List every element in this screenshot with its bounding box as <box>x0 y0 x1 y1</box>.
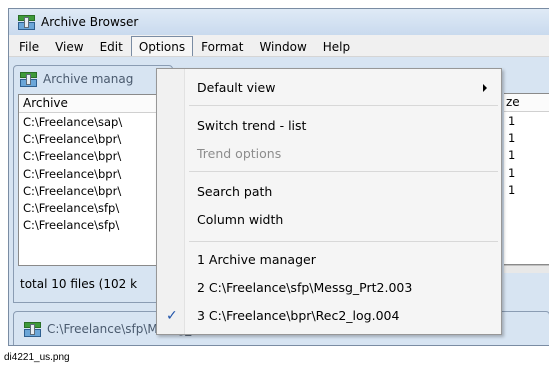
size-cell: 1 <box>508 165 516 180</box>
size-cell: 1 <box>508 148 516 163</box>
archive-manager-window: Archive manag Archive C:\Freelance\sap\ … <box>13 65 173 303</box>
menu-item-label: 2 C:\Freelance\sfp\Messg_Prt2.003 <box>197 280 413 295</box>
menu-item-label: Trend options <box>197 146 282 161</box>
menu-edit[interactable]: Edit <box>92 36 131 56</box>
menu-separator <box>189 241 498 242</box>
menu-item-label: Search path <box>197 184 273 199</box>
menu-item-switch-trend-list[interactable]: Switch trend - list <box>157 113 501 139</box>
list-item[interactable]: C:\Freelance\bpr\ <box>19 166 169 183</box>
size-cell: 1 <box>508 114 516 128</box>
list-item[interactable]: C:\Freelance\bpr\ <box>19 148 169 165</box>
checkmark-icon: ✓ <box>166 308 178 324</box>
menu-item-label: Default view <box>197 80 276 95</box>
horizontal-scrollbar[interactable] <box>504 265 549 273</box>
archive-manager-title-bar[interactable]: Archive manag <box>14 66 172 92</box>
column-header-size[interactable]: ze <box>504 94 549 112</box>
size-cell: 1 <box>508 131 516 146</box>
menu-item-label: 3 C:\Freelance\bpr\Rec2_log.004 <box>197 308 400 323</box>
list-item[interactable]: C:\Freelance\sfp\ <box>19 217 169 234</box>
list-item[interactable]: C:\Freelance\sfp\ <box>19 200 169 217</box>
title-bar[interactable]: Archive Browser <box>9 9 549 35</box>
list-item[interactable]: C:\Freelance\bpr\ <box>19 131 169 148</box>
image-caption: di4221_us.png <box>4 352 70 363</box>
archive-manager-title: Archive manag <box>43 72 134 86</box>
menu-item-label: Column width <box>197 212 284 227</box>
trend-window-icon <box>24 321 41 337</box>
menu-view[interactable]: View <box>47 36 91 56</box>
menu-item-recent-2[interactable]: 2 C:\Freelance\sfp\Messg_Prt2.003 <box>157 275 501 301</box>
menu-item-recent-3[interactable]: ✓ 3 C:\Freelance\bpr\Rec2_log.004 <box>157 303 501 329</box>
menu-file[interactable]: File <box>11 36 47 56</box>
menu-item-label: Switch trend - list <box>197 118 307 133</box>
menu-item-recent-1[interactable]: 1 Archive manager <box>157 247 501 273</box>
status-bar: total 10 files (102 k <box>20 277 138 291</box>
list-item[interactable]: C:\Freelance\bpr\ <box>19 183 169 200</box>
menu-item-trend-options: Trend options <box>157 141 501 167</box>
menu-format[interactable]: Format <box>193 36 251 56</box>
menu-item-label: 1 Archive manager <box>197 252 316 267</box>
size-cell: 1 <box>508 182 516 197</box>
list-item[interactable]: C:\Freelance\sap\ <box>19 114 169 131</box>
archive-manager-icon <box>20 71 37 87</box>
archive-browser-icon <box>18 14 35 30</box>
menu-help[interactable]: Help <box>315 36 358 56</box>
menu-separator <box>189 105 498 106</box>
archive-list[interactable]: Archive C:\Freelance\sap\ C:\Freelance\b… <box>18 94 170 266</box>
menu-bar: File View Edit Options Format Window Hel… <box>9 35 549 57</box>
size-column[interactable]: ze 1 1 1 1 1 <box>504 93 549 265</box>
menu-item-column-width[interactable]: Column width <box>157 207 501 233</box>
menu-window[interactable]: Window <box>251 36 314 56</box>
options-menu: Default view Switch trend - list Trend o… <box>156 68 502 335</box>
column-header-archive[interactable]: Archive <box>19 95 169 113</box>
submenu-arrow-icon <box>483 84 487 92</box>
archive-list-size-column: ze 1 1 1 1 1 <box>504 65 549 303</box>
menu-options[interactable]: Options <box>130 35 194 56</box>
window-title: Archive Browser <box>41 15 139 29</box>
menu-item-default-view[interactable]: Default view <box>157 75 501 101</box>
menu-separator <box>189 171 498 172</box>
menu-item-search-path[interactable]: Search path <box>157 179 501 205</box>
